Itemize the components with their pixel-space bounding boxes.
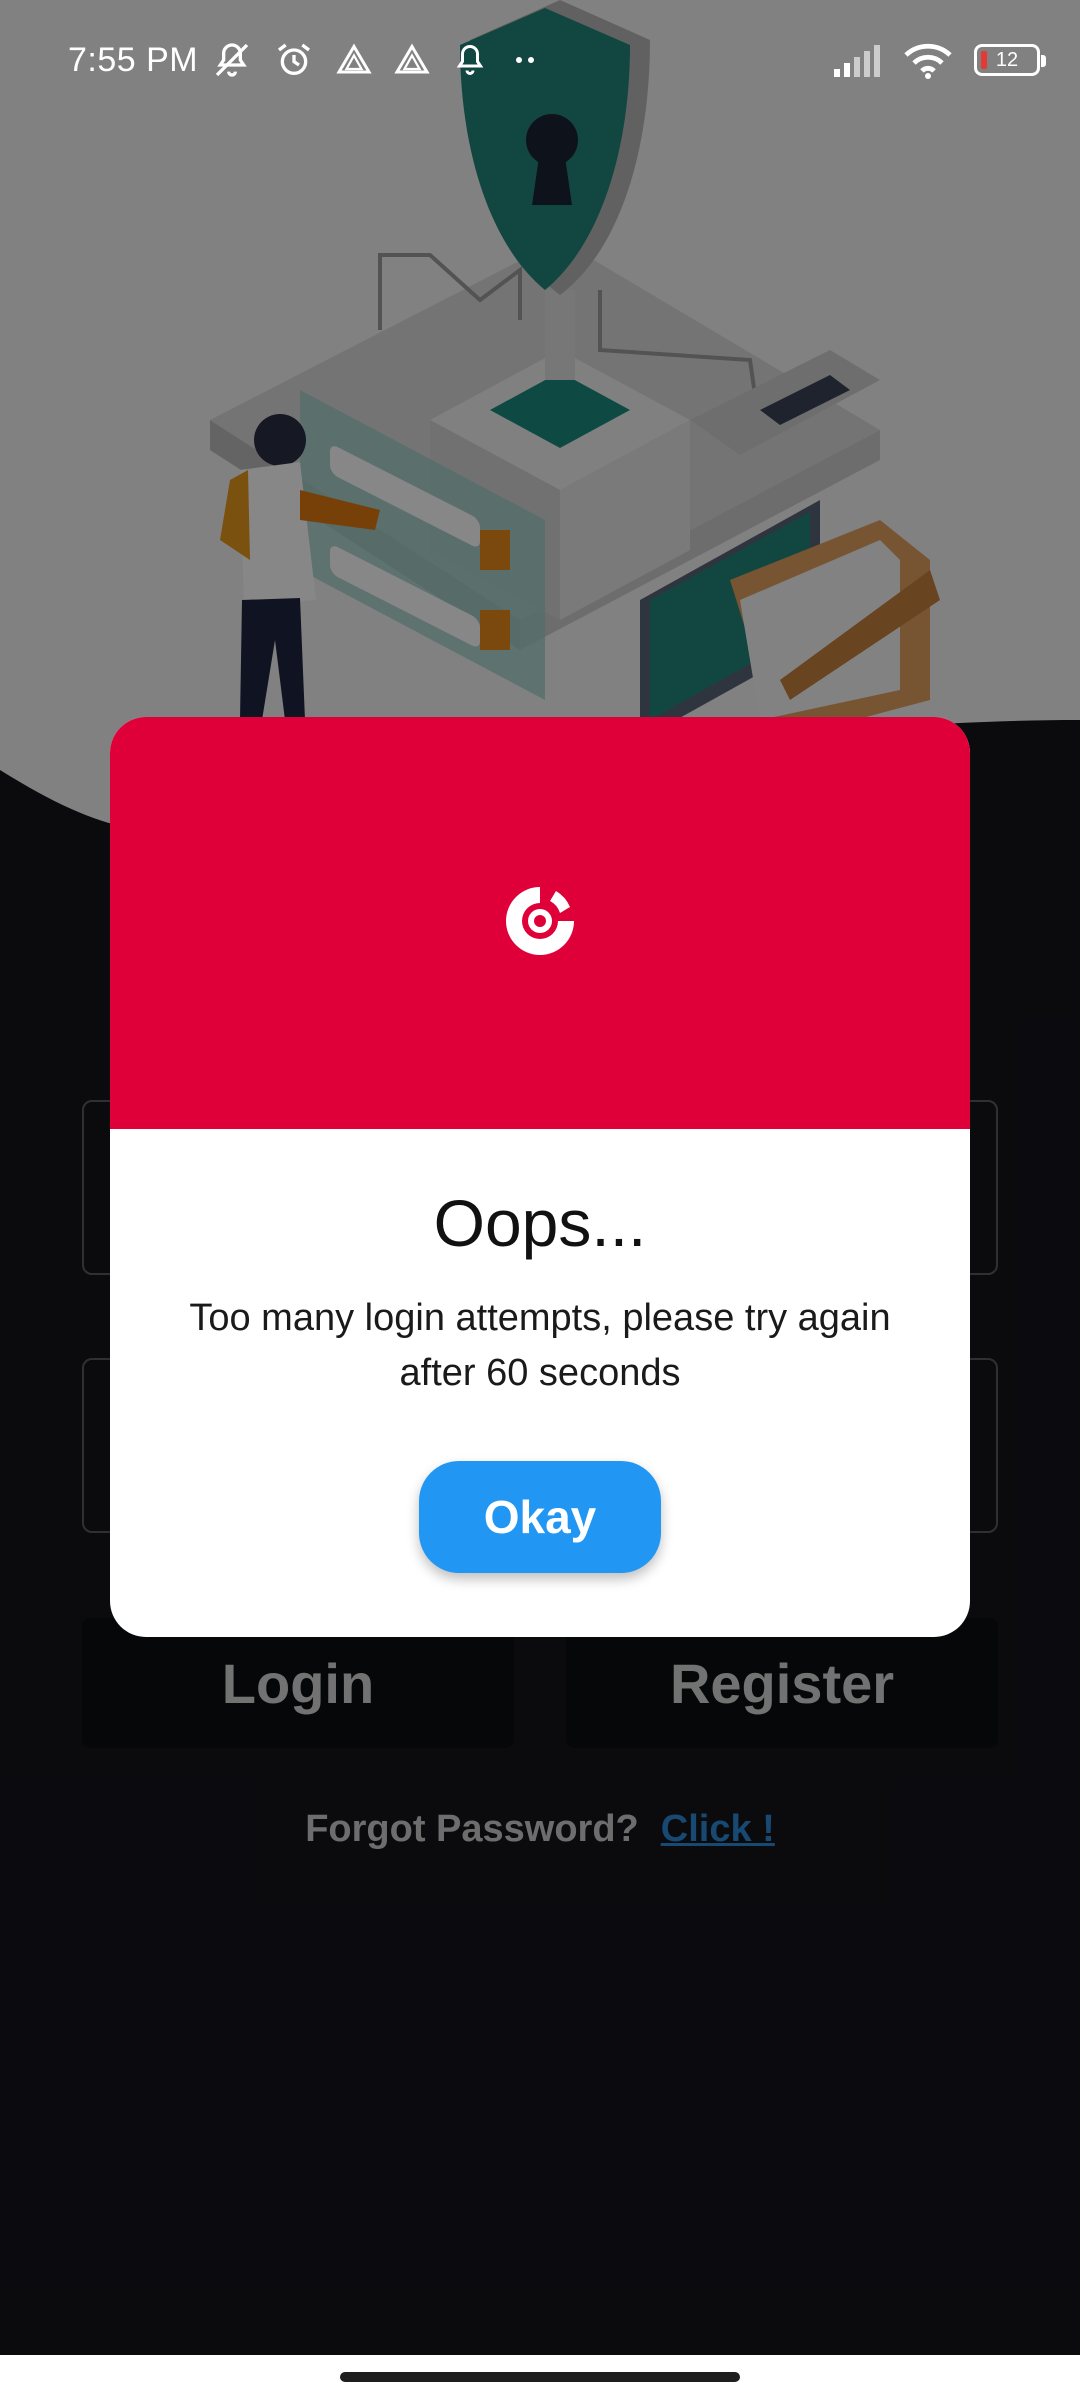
wifi-icon bbox=[904, 41, 952, 79]
status-icons-left bbox=[212, 40, 540, 80]
okay-button[interactable]: Okay bbox=[419, 1461, 661, 1573]
login-screen: Login Register Forgot Password? Click ! … bbox=[0, 0, 1080, 2400]
battery-icon: 12 bbox=[974, 44, 1046, 76]
error-dialog: Oops... Too many login attempts, please … bbox=[110, 717, 970, 1637]
signal-icon bbox=[832, 43, 882, 77]
status-icons-right: 12 bbox=[832, 41, 1046, 79]
drive-icon bbox=[336, 42, 372, 78]
home-indicator[interactable] bbox=[340, 2372, 740, 2382]
dialog-message: Too many login attempts, please try agai… bbox=[189, 1297, 891, 1394]
dialog-header bbox=[110, 717, 970, 1129]
mute-icon bbox=[212, 40, 252, 80]
drive-icon bbox=[394, 42, 430, 78]
status-bar: 7:55 PM 12 bbox=[0, 0, 1080, 120]
app-logo-icon bbox=[498, 879, 582, 968]
status-time: 7:55 PM bbox=[68, 40, 199, 79]
alarm-icon bbox=[274, 40, 314, 80]
notification-bell-icon bbox=[452, 42, 488, 78]
more-dots-icon bbox=[510, 50, 540, 70]
battery-level: 12 bbox=[995, 48, 1019, 71]
dialog-title: Oops... bbox=[433, 1186, 647, 1260]
